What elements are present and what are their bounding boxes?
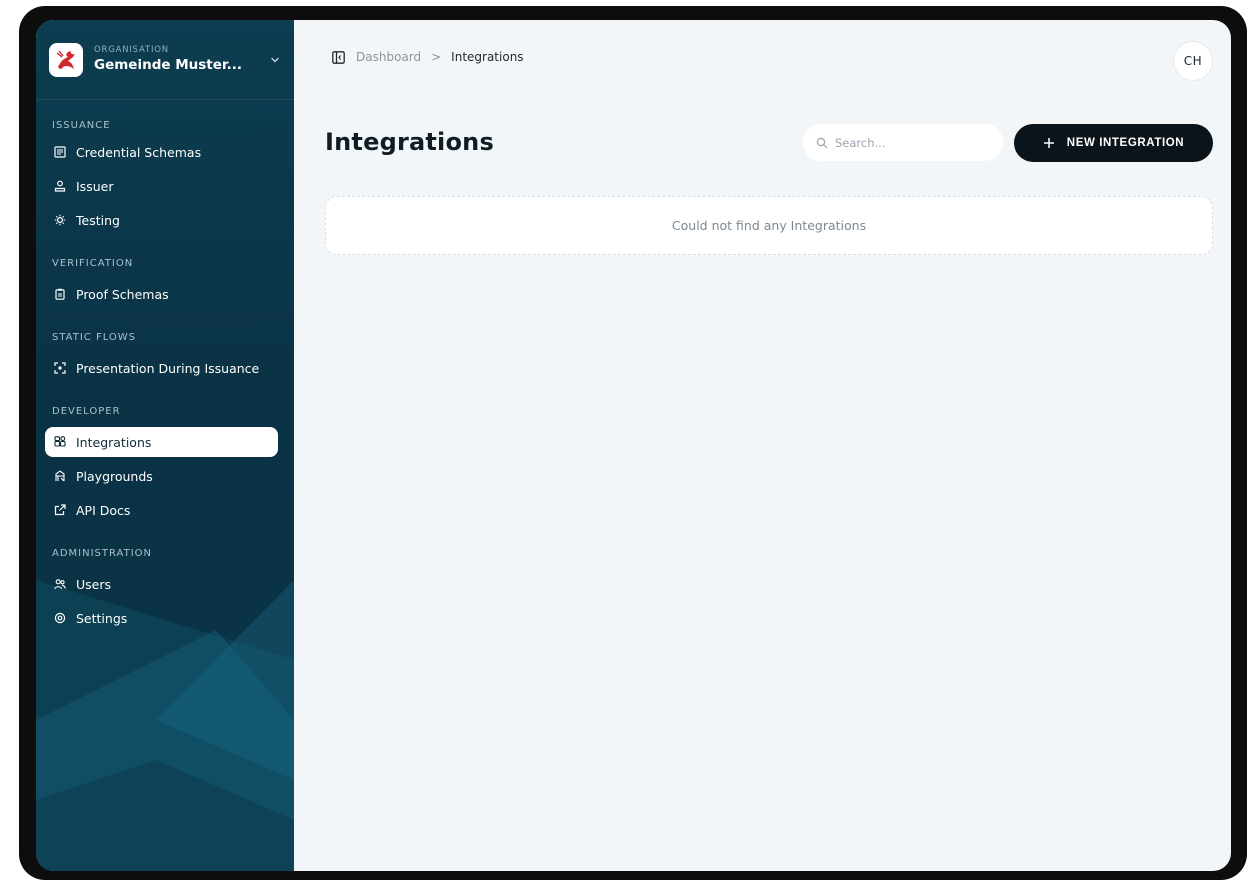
organisation-label: ORGANISATION [94,45,169,55]
section-title-verification: VERIFICATION [52,258,134,269]
breadcrumb-current: Integrations [451,50,524,64]
sidebar-item-label: API Docs [76,502,131,518]
sidebar-item-label: Proof Schemas [76,286,169,302]
tablet-frame: ORGANISATION Gemeinde Muster... ISSUANCE… [19,6,1247,880]
playgrounds-icon [53,469,67,483]
section-title-developer: DEVELOPER [52,406,121,417]
section-title-issuance: ISSUANCE [52,120,111,131]
testing-icon [53,213,67,227]
breadcrumb-dashboard-link[interactable]: Dashboard [356,50,421,64]
user-avatar[interactable]: CH [1173,41,1213,81]
sidebar-toggle-icon[interactable] [332,50,345,64]
empty-state-message: Could not find any Integrations [671,218,867,233]
credential-schemas-icon [53,145,67,159]
top-bar: Dashboard > Integrations CH [294,20,1231,90]
scan-icon [53,361,67,375]
main-content: Dashboard > Integrations CH Integrations… [294,20,1231,871]
sidebar-item-issuer[interactable]: Issuer [45,171,278,201]
sidebar-item-label: Playgrounds [76,468,153,484]
sidebar: ORGANISATION Gemeinde Muster... ISSUANCE… [36,20,294,871]
sidebar-item-proof-schemas[interactable]: Proof Schemas [45,279,278,309]
search-icon [816,137,828,149]
section-title-static-flows: STATIC FLOWS [52,332,137,343]
users-icon [53,577,67,591]
sidebar-item-users[interactable]: Users [45,569,278,599]
plus-icon [1043,137,1055,149]
breadcrumb-separator: > [431,50,442,64]
search-input[interactable] [835,135,985,150]
breadcrumb: Dashboard > Integrations [332,50,524,64]
external-link-icon [53,503,67,517]
new-integration-button[interactable]: NEW INTEGRATION [1014,124,1213,162]
clipboard-icon [53,287,67,301]
sidebar-item-label: Credential Schemas [76,144,202,160]
sidebar-item-testing[interactable]: Testing [45,205,278,235]
sidebar-item-presentation-during-issuance[interactable]: Presentation During Issuance [45,353,278,383]
search-box[interactable] [803,124,1003,161]
issuer-icon [53,179,67,193]
sidebar-item-label: Presentation During Issuance [76,360,260,376]
organisation-logo [49,42,83,77]
chevron-down-icon[interactable] [268,53,282,67]
app-screen: ORGANISATION Gemeinde Muster... ISSUANCE… [36,20,1231,871]
sidebar-item-integrations[interactable]: Integrations [45,427,278,457]
sidebar-item-label: Testing [76,212,120,228]
page-title: Integrations [325,128,494,156]
sidebar-item-label: Integrations [76,434,152,450]
empty-state: Could not find any Integrations [325,196,1213,255]
sidebar-item-label: Settings [76,610,128,626]
sidebar-item-label: Users [76,576,112,592]
sidebar-item-api-docs[interactable]: API Docs [45,495,278,525]
organisation-switcher[interactable]: ORGANISATION Gemeinde Muster... [36,20,294,100]
sidebar-item-settings[interactable]: Settings [45,603,278,633]
sidebar-item-playgrounds[interactable]: Playgrounds [45,461,278,491]
sidebar-item-label: Issuer [76,178,114,194]
integrations-icon [53,435,67,449]
new-integration-label: NEW INTEGRATION [1066,137,1185,149]
settings-icon [53,611,67,625]
organisation-name: Gemeinde Muster... [94,57,243,73]
sidebar-item-credential-schemas[interactable]: Credential Schemas [45,137,278,167]
section-title-administration: ADMINISTRATION [52,548,153,559]
